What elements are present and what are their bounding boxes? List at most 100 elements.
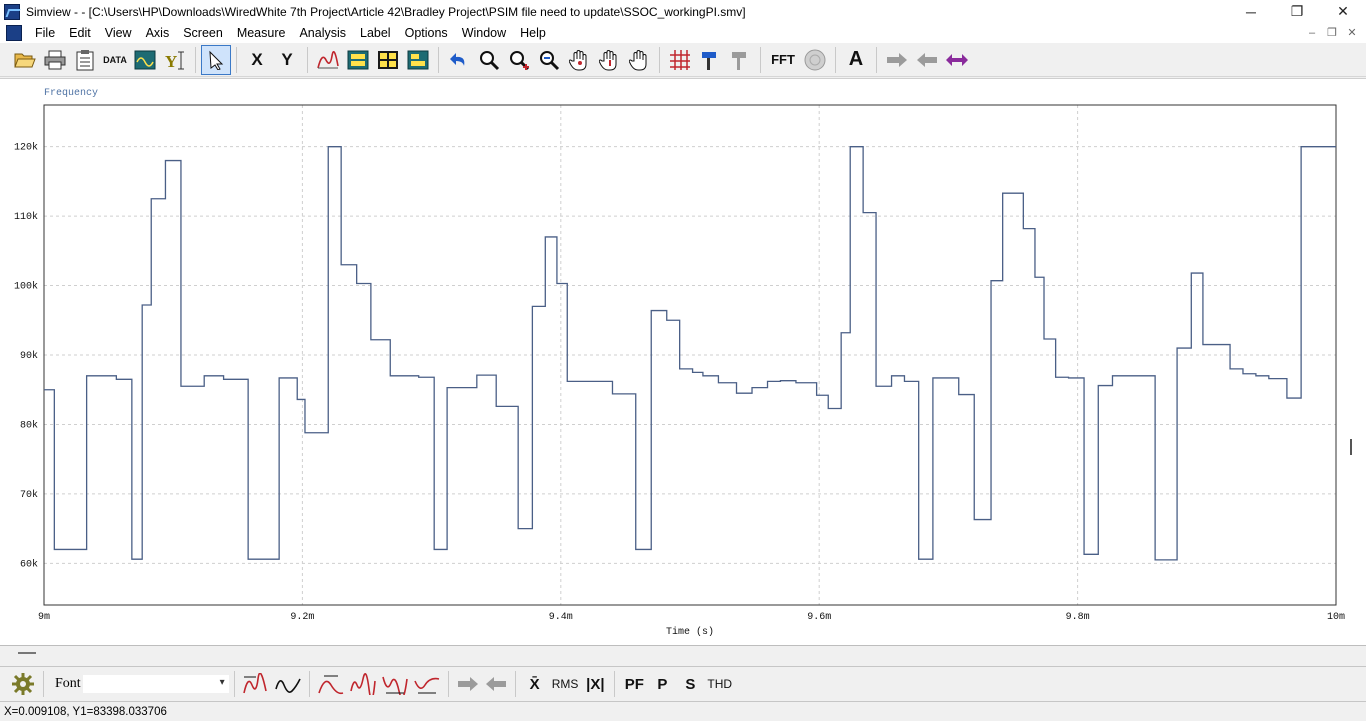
y-button[interactable]: Y bbox=[272, 45, 302, 75]
analysis-back-button[interactable] bbox=[482, 669, 510, 699]
zoom-out-button[interactable] bbox=[534, 45, 564, 75]
y-axis-icon: Y bbox=[165, 51, 184, 71]
data-button[interactable]: DATA bbox=[100, 45, 130, 75]
toolbar-separator bbox=[614, 671, 616, 697]
y-axis-button[interactable]: Y bbox=[160, 45, 190, 75]
pf-button[interactable]: PF bbox=[620, 669, 648, 699]
grid-lines-icon bbox=[670, 49, 690, 70]
menu-edit[interactable]: Edit bbox=[62, 23, 98, 43]
max-button[interactable] bbox=[240, 669, 272, 699]
arrow-left-icon bbox=[917, 52, 937, 67]
settings-button[interactable] bbox=[8, 669, 38, 699]
select-tool-button[interactable] bbox=[201, 44, 231, 75]
x-button[interactable]: X bbox=[242, 45, 272, 75]
menu-file[interactable]: File bbox=[28, 23, 62, 43]
close-button[interactable]: ✕ bbox=[1320, 0, 1366, 23]
series-frequency-line[interactable] bbox=[44, 146, 1336, 561]
curve-button[interactable] bbox=[313, 45, 343, 75]
analysis-forward-button[interactable] bbox=[454, 669, 482, 699]
zoom-button[interactable] bbox=[474, 45, 504, 75]
zoom-in-icon bbox=[510, 50, 530, 70]
doc-minimize-button[interactable]: – bbox=[1302, 23, 1322, 43]
document-icon[interactable] bbox=[6, 25, 22, 41]
mean-button[interactable]: X̄ bbox=[521, 669, 549, 699]
x-tick-label: 9.8m bbox=[1066, 612, 1090, 623]
rms-button[interactable]: RMS bbox=[549, 669, 582, 699]
open-file-button[interactable] bbox=[10, 45, 40, 75]
doc-close-button[interactable]: ✕ bbox=[1342, 23, 1362, 43]
printer-icon bbox=[44, 50, 66, 69]
legend-frequency[interactable]: Frequency bbox=[44, 88, 98, 99]
menu-bar: File Edit View Axis Screen Measure Analy… bbox=[0, 23, 1366, 43]
text-button[interactable]: A bbox=[841, 45, 871, 75]
splitter-handle[interactable] bbox=[18, 652, 36, 654]
print-button[interactable] bbox=[40, 45, 70, 75]
splitter-bar[interactable] bbox=[0, 645, 1366, 665]
both-direction-button[interactable] bbox=[942, 45, 972, 75]
window-controls: ─ ❐ ✕ bbox=[1228, 0, 1366, 23]
prev-min-button[interactable] bbox=[411, 669, 443, 699]
pan-button[interactable] bbox=[564, 45, 594, 75]
probe-icon bbox=[702, 51, 716, 70]
x-axis-label: Time (s) bbox=[666, 626, 714, 638]
fft-button[interactable]: FFT bbox=[766, 45, 800, 75]
menu-help[interactable]: Help bbox=[513, 23, 553, 43]
undo-icon bbox=[450, 52, 465, 66]
arrow-right-icon bbox=[887, 52, 907, 67]
menu-measure[interactable]: Measure bbox=[230, 23, 293, 43]
grid-toggle-button[interactable] bbox=[665, 45, 695, 75]
abs-mean-button[interactable]: |X| bbox=[581, 669, 609, 699]
next-min-button[interactable] bbox=[379, 669, 411, 699]
pan-y-button[interactable] bbox=[594, 45, 624, 75]
s-button[interactable]: S bbox=[676, 669, 704, 699]
menu-view[interactable]: View bbox=[98, 23, 139, 43]
add-curve-button[interactable] bbox=[130, 45, 160, 75]
svg-text:Y: Y bbox=[165, 52, 177, 71]
y-tick-label: 120k bbox=[14, 142, 38, 154]
frequency-chart[interactable]: 60k 70k 80k 90k 100k 110k 120k 9m 9.2m 9.4m 9.6m 9… bbox=[0, 79, 1366, 646]
next-max-button[interactable] bbox=[315, 669, 347, 699]
toolbar-separator bbox=[43, 671, 44, 697]
menu-options[interactable]: Options bbox=[398, 23, 455, 43]
x-tick-label: 9.2m bbox=[290, 612, 314, 623]
minimize-button[interactable]: ─ bbox=[1228, 0, 1274, 23]
plot-window[interactable]: 60k 70k 80k 90k 100k 110k 120k 9m 9.2m 9.4m 9.6m 9… bbox=[0, 78, 1366, 645]
scroll-indicator[interactable] bbox=[1350, 439, 1352, 455]
menu-axis[interactable]: Axis bbox=[139, 23, 177, 43]
pointer-arrow-icon bbox=[209, 50, 224, 70]
grid-icon bbox=[378, 50, 398, 69]
split-screen-button[interactable] bbox=[373, 45, 403, 75]
waveform-add-icon bbox=[134, 50, 156, 69]
screen-icon bbox=[347, 50, 369, 69]
measure-button[interactable] bbox=[695, 45, 725, 75]
doc-restore-button[interactable]: ❐ bbox=[1322, 23, 1342, 43]
measure-text-button[interactable] bbox=[725, 45, 755, 75]
prev-max-button[interactable] bbox=[347, 669, 379, 699]
menu-window[interactable]: Window bbox=[455, 23, 513, 43]
simview-app-icon[interactable] bbox=[4, 3, 20, 20]
forward-button[interactable] bbox=[882, 45, 912, 75]
p-button[interactable]: P bbox=[648, 669, 676, 699]
maximize-button[interactable]: ❐ bbox=[1274, 0, 1320, 23]
font-select[interactable] bbox=[82, 675, 229, 693]
menu-analysis[interactable]: Analysis bbox=[292, 23, 353, 43]
undo-zoom-button[interactable] bbox=[444, 45, 474, 75]
zoom-in-button[interactable] bbox=[504, 45, 534, 75]
toolbar-separator bbox=[659, 46, 660, 73]
back-button[interactable] bbox=[912, 45, 942, 75]
clipboard-button[interactable] bbox=[70, 45, 100, 75]
menu-screen[interactable]: Screen bbox=[176, 23, 230, 43]
x-tick-label: 9.6m bbox=[807, 612, 831, 623]
min-button[interactable] bbox=[272, 669, 304, 699]
peak-up-icon bbox=[242, 673, 267, 694]
toolbar-separator bbox=[514, 671, 516, 697]
toolbar-separator bbox=[447, 671, 449, 697]
screen-button[interactable] bbox=[343, 45, 373, 75]
status-bar: X=0.009108, Y1=83398.033706 bbox=[0, 702, 1366, 721]
properties-button[interactable] bbox=[403, 45, 433, 75]
folder-open-icon bbox=[14, 53, 36, 67]
menu-label[interactable]: Label bbox=[353, 23, 398, 43]
pan-free-button[interactable] bbox=[624, 45, 654, 75]
frequency-button[interactable] bbox=[800, 45, 830, 75]
thd-button[interactable]: THD bbox=[704, 669, 735, 699]
